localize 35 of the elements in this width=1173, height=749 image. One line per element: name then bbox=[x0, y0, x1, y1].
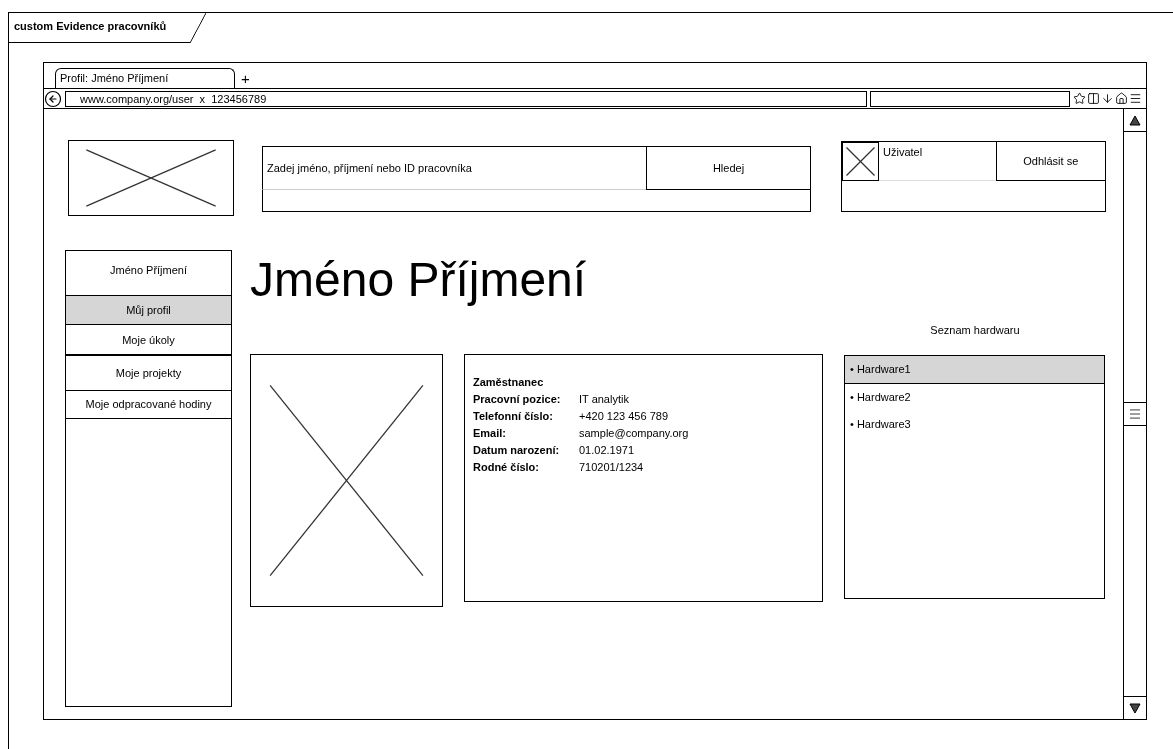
star-icon[interactable] bbox=[1073, 92, 1086, 105]
browser-search-field[interactable] bbox=[870, 90, 1070, 107]
home-icon[interactable] bbox=[1115, 92, 1128, 105]
grip-icon bbox=[1128, 407, 1142, 421]
field-value: sample@company.org bbox=[579, 427, 690, 439]
hardware-item[interactable]: • Hardware1 bbox=[845, 356, 1104, 384]
up-arrow-icon[interactable] bbox=[1129, 114, 1141, 126]
menu-icon[interactable] bbox=[1129, 92, 1142, 105]
sidebar-item[interactable]: Můj profil bbox=[66, 296, 231, 325]
field-label: Pracovní pozice: bbox=[473, 393, 562, 405]
grid-icon[interactable] bbox=[1087, 92, 1100, 105]
field-label: Rodné číslo: bbox=[473, 461, 540, 473]
user-name: Uživatel bbox=[879, 142, 996, 181]
down-arrow-icon[interactable] bbox=[1129, 702, 1141, 714]
back-icon[interactable] bbox=[44, 89, 62, 108]
field-value: IT analytik bbox=[579, 393, 630, 405]
logout-button[interactable]: Odhlásit se bbox=[995, 142, 1105, 181]
scroll-thumb[interactable] bbox=[1124, 402, 1146, 426]
field-label: Telefonní číslo: bbox=[473, 410, 554, 422]
field-value: +420 123 456 789 bbox=[579, 410, 669, 422]
field-value: 710201/1234 bbox=[579, 461, 645, 473]
profile-heading: Jméno Příjmení bbox=[250, 252, 588, 304]
download-icon[interactable] bbox=[1101, 92, 1114, 105]
address-field[interactable]: www.company.org/user x 123456789 bbox=[65, 90, 867, 107]
new-tab-button[interactable]: + bbox=[241, 70, 250, 88]
card-title: Zaměstnanec bbox=[473, 376, 545, 388]
hardware-title: Seznam hardwaru bbox=[929, 324, 1021, 338]
search-button[interactable]: Hledej bbox=[646, 146, 811, 190]
field-label: Datum narození: bbox=[473, 444, 561, 456]
diagram-title: custom Evidence pracovníků bbox=[9, 13, 206, 43]
browser-tab[interactable]: Profil: Jméno Příjmení bbox=[55, 68, 235, 88]
field-value: 01.02.1971 bbox=[579, 444, 636, 456]
employee-search-field[interactable]: Zadej jméno, příjmení nebo ID pracovníka bbox=[262, 146, 646, 190]
scrollbar[interactable] bbox=[1123, 109, 1146, 719]
field-label: Email: bbox=[473, 427, 507, 439]
